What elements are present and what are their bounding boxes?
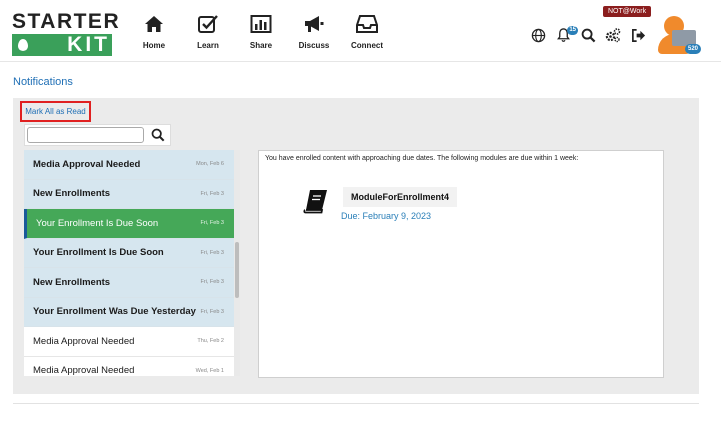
book-icon bbox=[301, 187, 331, 215]
notification-item[interactable]: Media Approval Needed Thu, Feb 2 bbox=[24, 327, 234, 357]
notification-date: Fri, Feb 3 bbox=[200, 220, 224, 227]
notification-title: Media Approval Needed bbox=[33, 335, 135, 347]
nav-discuss[interactable]: Discuss bbox=[288, 12, 340, 50]
search-icon[interactable] bbox=[578, 24, 598, 46]
notification-date: Fri, Feb 3 bbox=[200, 249, 224, 256]
notification-title: Your Enrollment Is Due Soon bbox=[33, 247, 164, 259]
nav-discuss-label: Discuss bbox=[298, 41, 330, 50]
notification-date: Fri, Feb 3 bbox=[200, 279, 224, 286]
nav-connect-label: Connect bbox=[351, 41, 383, 50]
search-icon[interactable] bbox=[148, 126, 168, 144]
logo-text-starter: STARTER bbox=[12, 10, 121, 33]
avatar-points-badge: 520 bbox=[685, 44, 702, 54]
settings-gears-icon[interactable] bbox=[603, 24, 623, 46]
logo-text-kit: KIT bbox=[34, 34, 112, 56]
nav-connect[interactable]: Connect bbox=[341, 12, 393, 50]
notification-item[interactable]: Your Enrollment Was Due Yesterday Fri, Fe… bbox=[24, 297, 234, 327]
notification-date: Thu, Feb 2 bbox=[197, 338, 224, 345]
detail-message: You have enrolled content with approachi… bbox=[265, 155, 579, 162]
nav-home-label: Home bbox=[142, 41, 166, 50]
bell-icon[interactable]: 15 bbox=[553, 24, 578, 46]
notification-date: Mon, Feb 6 bbox=[196, 161, 224, 168]
notification-detail: You have enrolled content with approachi… bbox=[258, 150, 664, 378]
notification-date: Fri, Feb 3 bbox=[200, 308, 224, 315]
user-avatar[interactable]: 520 bbox=[656, 14, 702, 54]
share-icon bbox=[235, 12, 287, 36]
notification-item[interactable]: Your Enrollment Is Due Soon Fri, Feb 3 bbox=[24, 209, 234, 239]
notification-item[interactable]: Media Approval Needed Wed, Feb 1 bbox=[24, 356, 234, 376]
nav-learn[interactable]: Learn bbox=[182, 12, 234, 50]
starter-kit-logo[interactable]: STARTER KIT bbox=[12, 10, 121, 56]
notification-date: Wed, Feb 1 bbox=[195, 367, 224, 374]
nav-learn-label: Learn bbox=[197, 41, 219, 50]
main-nav: Home Learn Share Discuss Connect bbox=[128, 12, 394, 50]
logout-icon[interactable] bbox=[628, 24, 648, 46]
module-due-date: Due: February 9, 2023 bbox=[341, 211, 432, 221]
notification-search bbox=[24, 124, 171, 146]
module-name[interactable]: ModuleForEnrollment4 bbox=[343, 187, 458, 207]
notification-title: Media Approval Needed bbox=[33, 365, 135, 376]
nav-home[interactable]: Home bbox=[128, 12, 180, 50]
search-input[interactable] bbox=[27, 127, 144, 143]
notification-title: Your Enrollment Is Due Soon bbox=[36, 217, 159, 229]
nav-share[interactable]: Share bbox=[235, 12, 287, 50]
notification-item[interactable]: New Enrollments Fri, Feb 3 bbox=[24, 268, 234, 298]
notification-list[interactable]: Media Approval Needed Mon, Feb 6 New Enrol… bbox=[24, 150, 240, 376]
not-at-work-badge[interactable]: NOT@Work bbox=[603, 6, 652, 17]
megaphone-icon bbox=[288, 12, 340, 36]
utility-bar: 15 bbox=[528, 24, 653, 46]
nav-share-label: Share bbox=[249, 41, 273, 50]
logo-drop-icon bbox=[12, 34, 34, 56]
notification-title: New Enrollments bbox=[33, 188, 111, 200]
notification-item[interactable]: Your Enrollment Is Due Soon Fri, Feb 3 bbox=[24, 238, 234, 268]
footer-divider bbox=[13, 403, 699, 404]
notification-title: Your Enrollment Was Due Yesterday bbox=[33, 306, 196, 318]
globe-icon[interactable] bbox=[528, 24, 548, 46]
notification-title: New Enrollments bbox=[33, 276, 111, 288]
page-title: Notifications bbox=[13, 76, 73, 88]
notification-date: Fri, Feb 3 bbox=[200, 190, 224, 197]
list-scrollbar[interactable] bbox=[234, 150, 240, 376]
module-card[interactable]: ModuleForEnrollment4 Due: February 9, 20… bbox=[301, 187, 458, 221]
top-header: STARTER KIT Home Learn Share Discuss Con… bbox=[0, 0, 721, 62]
inbox-icon bbox=[341, 12, 393, 36]
home-icon bbox=[128, 12, 180, 36]
notification-count-badge: 15 bbox=[567, 26, 578, 35]
notification-item[interactable]: Media Approval Needed Mon, Feb 6 bbox=[24, 150, 234, 180]
notification-title: Media Approval Needed bbox=[33, 158, 141, 170]
scrollbar-thumb[interactable] bbox=[235, 242, 239, 298]
learn-icon bbox=[182, 12, 234, 36]
notification-item[interactable]: New Enrollments Fri, Feb 3 bbox=[24, 179, 234, 209]
mark-all-read-button[interactable]: Mark All as Read bbox=[20, 101, 91, 122]
